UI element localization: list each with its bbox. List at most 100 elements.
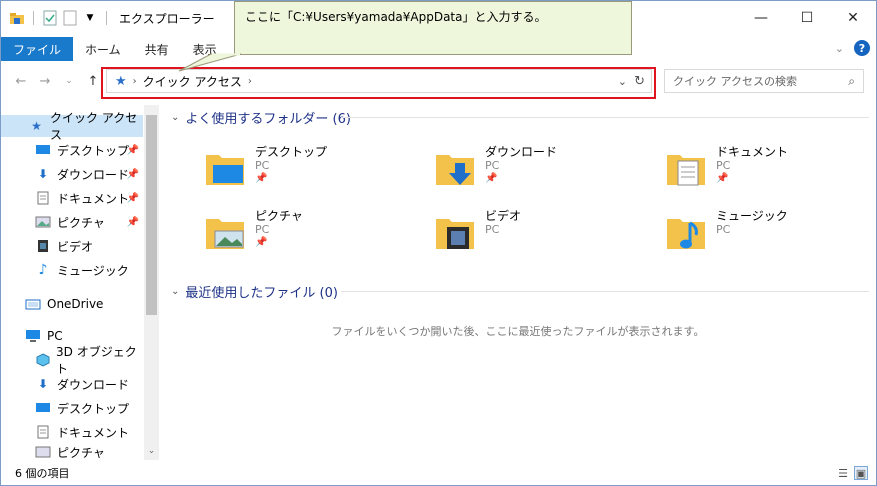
desktop-folder-icon	[206, 155, 244, 185]
forward-arrow-icon[interactable]: →	[33, 74, 57, 89]
chevron-down-icon[interactable]: ⌄	[171, 112, 179, 123]
tab-file[interactable]: ファイル	[1, 37, 74, 61]
sidebar-item-music[interactable]: ♪ ミュージック	[1, 259, 143, 281]
content-pane: ⌄ よく使用するフォルダー (6) デスクトップ PC 📌 ダウンロード PC …	[163, 105, 873, 460]
sidebar-item-downloads[interactable]: ⬇ ダウンロード 📌	[1, 163, 143, 185]
folder-name: デスクトップ	[255, 145, 328, 159]
folder-app-icon	[9, 10, 25, 26]
large-icons-view-icon[interactable]: ▣	[854, 466, 868, 480]
folder-name: ピクチャ	[255, 209, 303, 223]
chevron-down-icon[interactable]: ⌄	[171, 286, 179, 297]
video-icon	[35, 238, 51, 254]
sidebar-item-pc-desktop[interactable]: デスクトップ	[1, 397, 143, 419]
maximize-button[interactable]: ☐	[784, 1, 830, 35]
folder-tile-videos[interactable]: ビデオ PC	[435, 205, 635, 257]
download-folder-icon	[436, 155, 474, 185]
picture-icon	[35, 445, 51, 459]
sidebar-item-label: PC	[47, 329, 63, 343]
divider	[341, 117, 869, 118]
group-title: よく使用するフォルダー (6)	[185, 111, 351, 127]
sidebar-item-pc-documents[interactable]: ドキュメント	[1, 421, 143, 443]
folder-location: PC	[485, 223, 500, 236]
onedrive-icon	[25, 296, 41, 312]
instruction-callout: ここに「C:¥Users¥yamada¥AppData」と入力する。	[234, 1, 632, 55]
pin-icon[interactable]: 📌	[127, 193, 139, 204]
folder-location: PC	[255, 223, 270, 236]
scroll-down-icon[interactable]: ⌄	[144, 446, 159, 460]
recent-files-header[interactable]: ⌄ 最近使用したファイル (0)	[171, 281, 338, 301]
properties-icon[interactable]	[42, 10, 58, 26]
frequent-folders-header[interactable]: ⌄ よく使用するフォルダー (6)	[171, 107, 351, 127]
search-input[interactable]: クイック アクセスの検索 ⌕	[664, 69, 864, 93]
sidebar-item-pc-pictures[interactable]: ピクチャ	[1, 445, 143, 459]
folder-location: PC	[485, 159, 500, 172]
sidebar-item-label: ピクチャ	[57, 445, 105, 460]
sidebar-item-label: ビデオ	[57, 239, 94, 254]
folder-tile-music[interactable]: ミュージック PC	[666, 205, 866, 257]
sidebar-item-onedrive[interactable]: OneDrive	[1, 293, 143, 315]
sidebar-scrollbar[interactable]: ⌄	[144, 105, 159, 460]
minimize-button[interactable]: —	[738, 1, 784, 35]
sidebar-item-label: ドキュメント	[57, 191, 130, 206]
sidebar-item-label: デスクトップ	[57, 401, 130, 416]
back-arrow-icon[interactable]: ←	[9, 74, 33, 89]
details-view-icon[interactable]: ☰	[836, 466, 850, 480]
search-placeholder: クイック アクセスの検索	[673, 75, 797, 88]
folder-tile-pictures[interactable]: ピクチャ PC 📌	[205, 205, 405, 257]
cube-icon	[35, 352, 50, 368]
sidebar-item-label: ダウンロード	[57, 167, 130, 182]
callout-tail	[178, 53, 242, 72]
search-icon[interactable]: ⌕	[848, 74, 855, 89]
tab-home[interactable]: ホーム	[73, 37, 133, 61]
desktop-icon	[35, 142, 51, 158]
item-count: 6 個の項目	[15, 467, 70, 480]
sidebar-item-3d-objects[interactable]: 3D オブジェクト	[1, 345, 143, 376]
picture-icon	[35, 214, 51, 230]
new-folder-icon[interactable]	[62, 10, 78, 26]
sidebar-item-videos[interactable]: ビデオ	[1, 235, 143, 257]
divider	[341, 291, 869, 292]
music-icon: ♪	[38, 262, 48, 278]
pc-icon	[25, 328, 41, 344]
quick-access-toolbar: ▼	[1, 1, 111, 35]
video-folder-icon	[436, 219, 474, 249]
document-folder-icon	[667, 155, 705, 186]
folder-location: PC	[716, 159, 731, 172]
status-bar: 6 個の項目 ☰ ▣	[1, 461, 876, 485]
folder-tile-documents[interactable]: ドキュメント PC 📌	[666, 141, 866, 193]
close-button[interactable]: ✕	[830, 1, 876, 35]
sidebar-item-quick-access[interactable]: ★ クイック アクセス	[1, 111, 143, 142]
sidebar-item-documents[interactable]: ドキュメント 📌	[1, 187, 143, 209]
folder-tile-desktop[interactable]: デスクトップ PC 📌	[205, 141, 405, 193]
star-icon: ★	[31, 119, 42, 133]
pin-icon[interactable]: 📌	[255, 237, 267, 248]
pin-icon[interactable]: 📌	[127, 217, 139, 228]
sidebar-item-label: ミュージック	[57, 263, 129, 278]
download-icon: ⬇	[37, 377, 49, 391]
folder-name: ダウンロード	[485, 145, 558, 159]
sidebar-item-pc-downloads[interactable]: ⬇ ダウンロード	[1, 373, 143, 395]
expand-ribbon-icon[interactable]: ⌄	[835, 42, 844, 55]
folder-tile-downloads[interactable]: ダウンロード PC 📌	[435, 141, 635, 193]
navigation-pane: ★ クイック アクセス デスクトップ 📌 ⬇ ダウンロード 📌 ドキュメント 📌…	[1, 105, 159, 460]
help-icon[interactable]: ?	[854, 40, 870, 56]
window-title: エクスプローラー	[119, 11, 215, 26]
folder-location: PC	[255, 159, 270, 172]
sidebar-item-pictures[interactable]: ピクチャ 📌	[1, 211, 143, 233]
pin-icon[interactable]: 📌	[716, 173, 728, 184]
pin-icon[interactable]: 📌	[127, 145, 139, 156]
document-icon	[35, 190, 51, 206]
desktop-icon	[35, 400, 51, 416]
pin-icon[interactable]: 📌	[485, 173, 497, 184]
scrollbar-thumb[interactable]	[146, 115, 157, 315]
picture-folder-icon	[206, 219, 244, 249]
pin-icon[interactable]: 📌	[127, 169, 139, 180]
empty-recent-message: ファイルをいくつか開いた後、ここに最近使ったファイルが表示されます。	[331, 325, 705, 338]
document-icon	[35, 424, 51, 440]
customize-dropdown-icon[interactable]: ▼	[82, 10, 98, 26]
sidebar-item-desktop[interactable]: デスクトップ 📌	[1, 139, 143, 161]
pin-icon[interactable]: 📌	[255, 173, 267, 184]
sidebar-item-label: デスクトップ	[57, 143, 130, 158]
recent-locations-icon[interactable]: ⌄	[57, 76, 81, 86]
folder-name: ドキュメント	[716, 145, 789, 159]
